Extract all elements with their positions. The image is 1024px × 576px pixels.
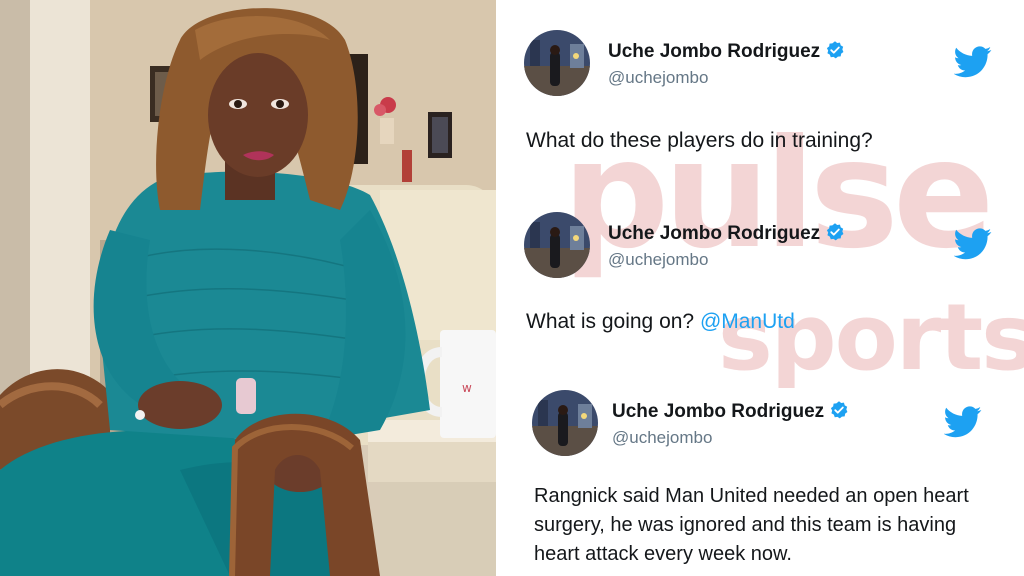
tweet-text: Rangnick said Man United needed an open … (534, 482, 986, 569)
handle[interactable]: @uchejombo (608, 250, 708, 270)
tweet-card: Uche Jombo Rodriguez @uchejombo What do … (496, 0, 1024, 190)
mention-link[interactable]: @ManUtd (700, 310, 795, 333)
tweet-text: What do these players do in training? (526, 126, 1006, 155)
tweet-text: What is going on? @ManUtd (526, 307, 1006, 336)
display-name-text: Uche Jombo Rodriguez (608, 223, 821, 244)
display-name[interactable]: Uche Jombo Rodriguez (612, 400, 849, 423)
tweet-text-body: Rangnick said Man United needed an open … (534, 485, 969, 565)
avatar[interactable] (524, 212, 590, 278)
svg-text:w: w (462, 381, 472, 395)
display-name-text: Uche Jombo Rodriguez (608, 41, 821, 62)
avatar[interactable] (532, 390, 598, 456)
tweet-text-body: What do these players do in training? (526, 129, 873, 152)
profile-photo: w (0, 0, 496, 576)
tweet-card: Uche Jombo Rodriguez @uchejombo What is … (496, 190, 1024, 370)
display-name[interactable]: Uche Jombo Rodriguez (608, 40, 845, 63)
verified-badge-icon (827, 223, 844, 241)
tweet-text-body: What is going on? (526, 310, 700, 333)
verified-badge-icon (827, 41, 844, 59)
twitter-bird-icon[interactable] (954, 228, 992, 260)
handle[interactable]: @uchejombo (608, 68, 708, 88)
tweets-panel: pulse sports Uche Jombo Rodriguez @uchej… (496, 0, 1024, 576)
avatar[interactable] (524, 30, 590, 96)
tweet-card: Uche Jombo Rodriguez @uchejombo Rangnick… (496, 370, 1024, 576)
twitter-bird-icon[interactable] (944, 406, 982, 438)
verified-badge-icon (831, 401, 848, 419)
display-name[interactable]: Uche Jombo Rodriguez (608, 222, 845, 245)
display-name-text: Uche Jombo Rodriguez (612, 401, 825, 422)
twitter-bird-icon[interactable] (954, 46, 992, 78)
handle[interactable]: @uchejombo (612, 428, 712, 448)
